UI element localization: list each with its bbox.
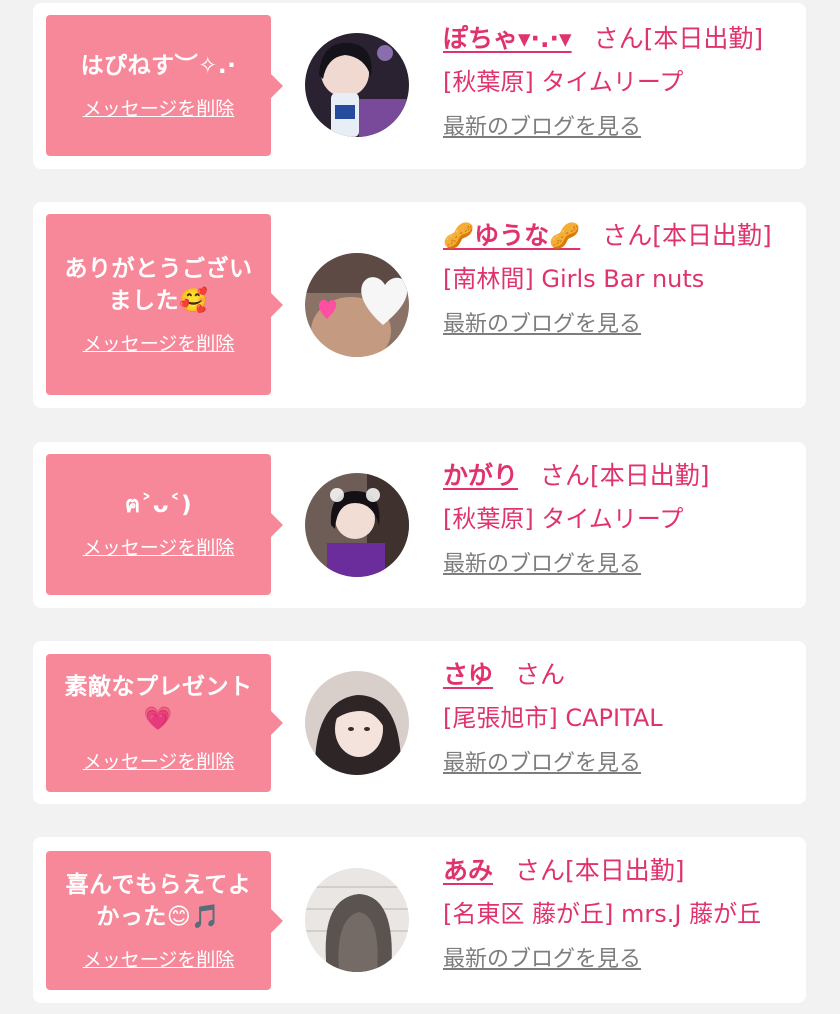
- cast-honorific: さん: [515, 856, 566, 885]
- shop-name: [南林間] Girls Bar nuts: [443, 265, 705, 293]
- cast-name-link[interactable]: さゆ: [443, 660, 493, 689]
- cast-honorific: さん: [593, 24, 644, 53]
- cast-avatar[interactable]: [305, 671, 409, 775]
- shop-name: [秋葉原] タイムリープ: [443, 505, 684, 533]
- cast-avatar[interactable]: [305, 253, 409, 357]
- cast-avatar[interactable]: [305, 33, 409, 137]
- cast-name-link[interactable]: あみ: [443, 856, 493, 885]
- message-bubble: 喜んでもらえてよ かった😊🎵 メッセージを削除: [46, 851, 283, 990]
- cast-honorific: さん: [602, 221, 653, 250]
- cast-info: ぽちゃ▾·.·▾ さん[本日出勤] [秋葉原] タイムリープ 最新のブログを見る: [443, 17, 798, 143]
- attendance-status: [本日出勤]: [565, 856, 685, 885]
- cast-name-link[interactable]: 🥜ゆうな🥜: [443, 221, 580, 250]
- cast-info: かがり さん[本日出勤] [秋葉原] タイムリープ 最新のブログを見る: [443, 454, 798, 580]
- message-bubble: はぴねす︶✧.· メッセージを削除: [46, 15, 283, 156]
- attendance-status: [本日出勤]: [590, 461, 710, 490]
- attendance-status: [本日出勤]: [652, 221, 772, 250]
- cast-honorific: さん: [515, 660, 566, 689]
- cast-name-row: さゆ さん: [443, 653, 798, 697]
- cast-info: さゆ さん [尾張旭市] CAPITAL 最新のブログを見る: [443, 653, 798, 779]
- latest-blog-link[interactable]: 最新のブログを見る: [443, 550, 641, 580]
- message-text: ありがとうござい ました🥰: [64, 255, 253, 314]
- cast-name-link[interactable]: かがり: [443, 461, 518, 490]
- message-text: 喜んでもらえてよ かった😊🎵: [65, 871, 252, 930]
- cast-name-row: あみ さん[本日出勤]: [443, 849, 798, 893]
- shop-name: [秋葉原] タイムリープ: [443, 68, 684, 96]
- cast-name-row: ぽちゃ▾·.·▾ さん[本日出勤]: [443, 17, 798, 61]
- shop-name: [名東区 藤が丘] mrs.J 藤が丘: [443, 900, 762, 928]
- cast-avatar[interactable]: [305, 868, 409, 972]
- message-text: ฅ˃ᴗ˂): [124, 491, 193, 518]
- message-card: はぴねす︶✧.· メッセージを削除 ぽちゃ▾·.·▾ さん[本日出勤] [秋葉原]…: [33, 3, 806, 169]
- cast-info: 🥜ゆうな🥜 さん[本日出勤] [南林間] Girls Bar nuts 最新のブロ…: [443, 214, 798, 340]
- cast-name-row: かがり さん[本日出勤]: [443, 454, 798, 498]
- message-card: ฅ˃ᴗ˂) メッセージを削除 かがり さん[本日出勤] [秋葉原] タイムリープ …: [33, 442, 806, 608]
- delete-message-link[interactable]: メッセージを削除: [83, 96, 235, 122]
- message-card: 喜んでもらえてよ かった😊🎵 メッセージを削除 あみ さん[本日出勤] [名東区 …: [33, 837, 806, 1003]
- message-text: 素敵なプレゼント 💗: [64, 674, 253, 732]
- message-card: 素敵なプレゼント 💗 メッセージを削除 さゆ さん [尾張旭市] CAPITAL …: [33, 641, 806, 804]
- message-bubble: ฅ˃ᴗ˂) メッセージを削除: [46, 454, 283, 595]
- delete-message-link[interactable]: メッセージを削除: [83, 535, 235, 561]
- cast-name-row: 🥜ゆうな🥜 さん[本日出勤]: [443, 214, 798, 258]
- latest-blog-link[interactable]: 最新のブログを見る: [443, 749, 641, 779]
- latest-blog-link[interactable]: 最新のブログを見る: [443, 113, 641, 143]
- latest-blog-link[interactable]: 最新のブログを見る: [443, 945, 641, 975]
- latest-blog-link[interactable]: 最新のブログを見る: [443, 310, 641, 340]
- delete-message-link[interactable]: メッセージを削除: [83, 331, 235, 357]
- delete-message-link[interactable]: メッセージを削除: [83, 749, 235, 775]
- cast-name-link[interactable]: ぽちゃ▾·.·▾: [443, 24, 572, 53]
- message-card: ありがとうござい ました🥰 メッセージを削除 🥜ゆうな🥜 さん[本日出勤] [南林…: [33, 202, 806, 408]
- message-text: はぴねす︶✧.·: [80, 52, 237, 79]
- shop-name: [尾張旭市] CAPITAL: [443, 704, 663, 732]
- cast-info: あみ さん[本日出勤] [名東区 藤が丘] mrs.J 藤が丘 最新のブログを見る: [443, 849, 798, 975]
- attendance-status: [本日出勤]: [643, 24, 764, 53]
- message-bubble: ありがとうござい ました🥰 メッセージを削除: [46, 214, 283, 395]
- cast-honorific: さん: [540, 461, 591, 490]
- message-bubble: 素敵なプレゼント 💗 メッセージを削除: [46, 654, 283, 792]
- delete-message-link[interactable]: メッセージを削除: [83, 947, 235, 973]
- message-list: はぴねす︶✧.· メッセージを削除 ぽちゃ▾·.·▾ さん[本日出勤] [秋葉原]…: [0, 0, 840, 1014]
- cast-avatar[interactable]: [305, 473, 409, 577]
